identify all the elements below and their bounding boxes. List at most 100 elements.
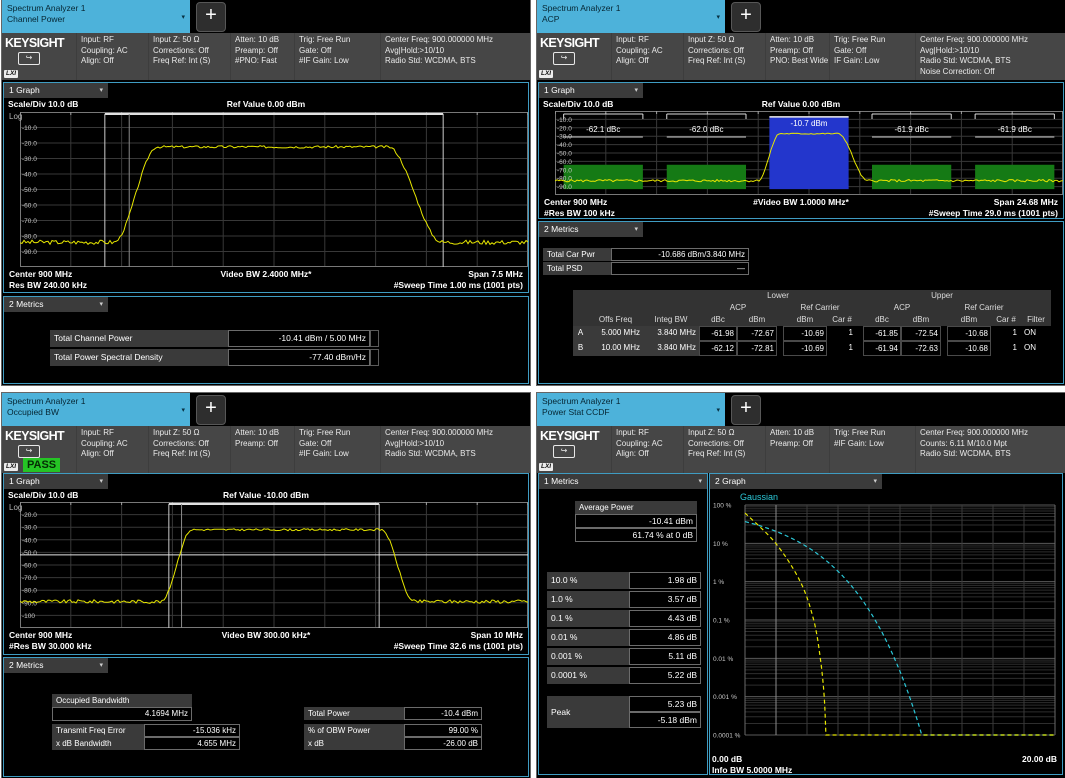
svg-text:-70.0: -70.0 xyxy=(22,218,37,225)
settings-col-freq[interactable]: Center Freq: 900.000000 MHz Avg|Hold:>10… xyxy=(915,33,1065,80)
settings-col-freq[interactable]: Center Freq: 900.000000 MHz Avg|Hold:>10… xyxy=(380,33,530,80)
svg-text:-62.1 dBc: -62.1 dBc xyxy=(586,125,620,134)
graph-pane-selector[interactable]: 1 Graph ▾ xyxy=(539,83,643,98)
settings-col-atten[interactable]: Atten: 10 dB Preamp: Off #PNO: Fast xyxy=(230,33,294,80)
col-dbm: dBm xyxy=(947,314,991,326)
chevron-down-icon: ▾ xyxy=(634,83,638,98)
metric-label: Total Channel Power xyxy=(50,330,228,347)
pct-label: 10.0 % xyxy=(547,572,629,589)
info-bw-label: Info BW 5.0000 MHz xyxy=(712,765,792,775)
peak-dbm-value: -5.18 dBm xyxy=(629,712,701,728)
settings-col-trigger[interactable]: Trig: Free Run Gate: Off #IF Gain: Low xyxy=(294,426,380,473)
svg-text:-30.0: -30.0 xyxy=(557,134,572,141)
subhead-ref-carrier: Ref Carrier xyxy=(947,302,1021,314)
total-car-pwr-value: -10.686 dBm/3.840 MHz xyxy=(611,248,749,261)
metrics-pane-selector[interactable]: 1 Metrics ▾ xyxy=(539,474,707,489)
screen-capture-icon[interactable]: ↪ xyxy=(18,445,40,458)
lxi-badge: LXI xyxy=(539,70,553,78)
graph-pane-selector[interactable]: 1 Graph ▾ xyxy=(4,474,108,489)
graph-window: 1 Graph ▾ Scale/Div 10.0 dB Ref Value 0.… xyxy=(538,82,1064,219)
svg-text:-10.0: -10.0 xyxy=(22,125,37,132)
add-measurement-button[interactable]: + xyxy=(196,2,226,32)
svg-text:-60.0: -60.0 xyxy=(22,203,37,210)
pct-label: 1.0 % xyxy=(547,591,629,608)
settings-col-atten[interactable]: Atten: 10 dB Preamp: Off xyxy=(230,426,294,473)
graph-pane-selector[interactable]: 1 Graph ▾ xyxy=(4,83,108,98)
gaussian-legend-label: Gaussian xyxy=(740,492,778,502)
settings-col-impedance[interactable]: Input Z: 50 Ω Corrections: Off Freq Ref:… xyxy=(683,426,765,473)
col-group-upper: Upper xyxy=(863,290,1021,302)
col-car: Car # xyxy=(827,314,857,326)
add-measurement-button[interactable]: + xyxy=(731,2,761,32)
add-measurement-button[interactable]: + xyxy=(731,395,761,425)
occupied-bw-graph[interactable]: -20.0-30.0-40.0-50.0-60.0-70.0-80.0-90.0… xyxy=(20,502,528,628)
metrics-window: 2 Metrics ▾ Total Channel Power -10.41 d… xyxy=(3,296,529,384)
settings-col-impedance[interactable]: Input Z: 50 Ω Corrections: Off Freq Ref:… xyxy=(683,33,765,80)
measurement-tab[interactable]: Spectrum Analyzer 1 ACP ▾ xyxy=(537,0,725,33)
lxi-badge: LXI xyxy=(4,463,18,471)
svg-text:-70.0: -70.0 xyxy=(22,575,37,582)
svg-text:-50.0: -50.0 xyxy=(557,151,572,158)
res-bw-annotation: Res BW 240.00 kHz xyxy=(9,280,87,290)
svg-text:-30.0: -30.0 xyxy=(22,525,37,532)
measurement-tab[interactable]: Spectrum Analyzer 1 Power Stat CCDF ▾ xyxy=(537,393,725,426)
settings-col-freq[interactable]: Center Freq: 900.000000 MHz Counts: 6.11… xyxy=(915,426,1065,473)
settings-col-trigger[interactable]: Trig: Free Run Gate: Off #IF Gain: Low xyxy=(294,33,380,80)
add-measurement-button[interactable]: + xyxy=(196,395,226,425)
metrics-pane-selector[interactable]: 2 Metrics ▾ xyxy=(4,658,108,673)
svg-text:-50.0: -50.0 xyxy=(22,550,37,557)
ccdf-graph-window: 2 Graph ▾ Gaussian 100 %10 %1 %0.1 %0.01… xyxy=(709,473,1063,775)
ccdf-metrics-window: 1 Metrics ▾ Average Power -10.41 dBm 61.… xyxy=(538,473,708,775)
avg-power-value: -10.41 dBm xyxy=(575,514,697,528)
chevron-down-icon: ▾ xyxy=(99,297,103,312)
pct-label: 0.1 % xyxy=(547,610,629,627)
measurement-tab[interactable]: Spectrum Analyzer 1 Channel Power ▾ xyxy=(2,0,190,33)
chevron-down-icon: ▾ xyxy=(873,474,877,489)
svg-text:-90.0: -90.0 xyxy=(557,184,572,191)
metric-stub-cell xyxy=(370,330,379,347)
settings-col-atten[interactable]: Atten: 10 dB Preamp: Off PNO: Best Wide xyxy=(765,33,829,80)
row-label: A xyxy=(573,326,588,341)
col-filter: Filter xyxy=(1021,314,1051,326)
settings-col-input[interactable]: Input: RF Coupling: AC Align: Off xyxy=(611,33,683,80)
span-annotation: Span 7.5 MHz xyxy=(468,269,523,279)
metrics-pane-selector[interactable]: 2 Metrics ▾ xyxy=(539,222,643,237)
settings-col-impedance[interactable]: Input Z: 50 Ω Corrections: Off Freq Ref:… xyxy=(148,33,230,80)
settings-bar: KEYSIGHT ↪ LXI Input: RF Coupling: AC Al… xyxy=(537,426,1065,473)
settings-col-atten[interactable]: Atten: 10 dB Preamp: Off xyxy=(765,426,829,473)
svg-text:-30.0: -30.0 xyxy=(22,156,37,163)
acp-graph[interactable]: -62.1 dBc-62.0 dBc-61.9 dBc-61.9 dBc-10.… xyxy=(555,111,1063,195)
measurement-tab[interactable]: Spectrum Analyzer 1 Occupied BW ▾ xyxy=(2,393,190,426)
chevron-down-icon: ▾ xyxy=(698,474,702,489)
total-psd-value: — xyxy=(611,262,749,275)
metrics-pane-selector[interactable]: 2 Metrics ▾ xyxy=(4,297,108,312)
tab-analyzer-name: Spectrum Analyzer 1 xyxy=(7,3,185,14)
settings-col-input[interactable]: Input: RF Coupling: AC Align: Off xyxy=(611,426,683,473)
svg-text:100 %: 100 % xyxy=(713,503,732,510)
svg-text:-10.7 dBm: -10.7 dBm xyxy=(791,119,828,128)
pct-value: 4.86 dB xyxy=(629,629,701,646)
settings-col-trigger[interactable]: Trig: Free Run #IF Gain: Low xyxy=(829,426,915,473)
video-bw-annotation: Video BW 300.00 kHz* xyxy=(4,630,528,640)
panel-channel-power: Spectrum Analyzer 1 Channel Power ▾ + KE… xyxy=(2,0,530,385)
ccdf-graph[interactable]: 100 %10 %1 %0.1 %0.01 %0.001 %0.0001 % xyxy=(711,489,1061,753)
screen-capture-icon[interactable]: ↪ xyxy=(553,52,575,65)
settings-col-freq[interactable]: Center Freq: 900.000000 MHz Avg|Hold:>10… xyxy=(380,426,530,473)
settings-col-trigger[interactable]: Trig: Free Run Gate: Off IF Gain: Low xyxy=(829,33,915,80)
channel-power-graph[interactable]: -10.0-20.0-30.0-40.0-50.0-60.0-70.0-80.0… xyxy=(20,112,528,267)
svg-text:-20.0: -20.0 xyxy=(22,141,37,148)
svg-text:-40.0: -40.0 xyxy=(557,142,572,149)
svg-text:-20.0: -20.0 xyxy=(557,125,572,132)
svg-text:0.01 %: 0.01 % xyxy=(713,656,733,663)
graph-pane-selector[interactable]: 2 Graph ▾ xyxy=(710,474,882,489)
tab-analyzer-name: Spectrum Analyzer 1 xyxy=(542,3,720,14)
pct-label: 0.0001 % xyxy=(547,667,629,684)
screen-capture-icon[interactable]: ↪ xyxy=(18,52,40,65)
graph-window: 1 Graph ▾ Scale/Div 10.0 dB Ref Value 0.… xyxy=(3,82,529,293)
tab-measurement-name: Occupied BW xyxy=(7,407,185,418)
screen-capture-icon[interactable]: ↪ xyxy=(553,445,575,458)
settings-col-impedance[interactable]: Input Z: 50 Ω Corrections: Off Freq Ref:… xyxy=(148,426,230,473)
settings-col-input[interactable]: Input: RF Coupling: AC Align: Off xyxy=(76,33,148,80)
tab-measurement-name: ACP xyxy=(542,14,720,25)
settings-col-input[interactable]: Input: RF Coupling: AC Align: Off xyxy=(76,426,148,473)
